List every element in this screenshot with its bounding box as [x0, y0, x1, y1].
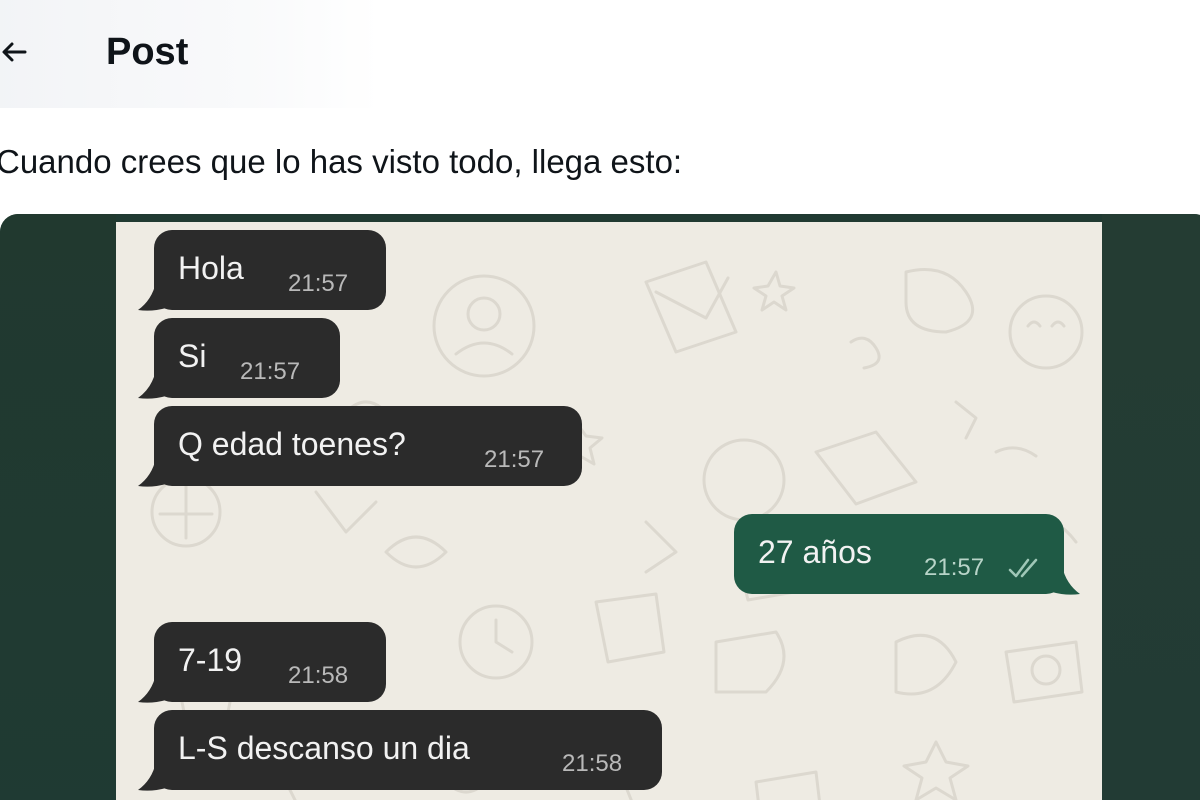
media-letterbox-right — [1102, 214, 1200, 800]
post-media[interactable]: Hola 21:57 Si 21:57 Q edad toenes? 21:57… — [0, 214, 1200, 800]
message-time: 21:57 — [288, 270, 349, 297]
message-time: 21:57 — [484, 446, 545, 473]
message-text: Q edad toenes? — [178, 426, 406, 462]
message-time: 21:57 — [924, 554, 985, 581]
header-backdrop — [0, 0, 380, 108]
bubble-tail — [138, 370, 166, 399]
chat-message-incoming: L-S descanso un dia 21:58 — [138, 710, 662, 791]
chat-screenshot: Hola 21:57 Si 21:57 Q edad toenes? 21:57… — [116, 222, 1102, 800]
post-header: Post — [0, 0, 1200, 108]
bubble-tail — [138, 762, 166, 791]
message-time: 21:58 — [288, 662, 349, 689]
bubble-tail — [138, 282, 166, 311]
message-text: Hola — [178, 250, 244, 286]
message-time: 21:58 — [562, 750, 623, 777]
media-letterbox-left — [0, 214, 116, 800]
double-check-icon — [1008, 558, 1038, 578]
message-text: 7-19 — [178, 642, 243, 678]
message-text: Si — [178, 338, 207, 374]
post-text: Cuando crees que lo has visto todo, lleg… — [0, 143, 683, 180]
message-text: L-S descanso un dia — [178, 730, 470, 766]
chat-message-incoming: Hola 21:57 — [138, 230, 386, 311]
back-button[interactable] — [0, 30, 34, 74]
arrow-left-icon — [2, 42, 27, 62]
bubble-tail — [138, 674, 166, 703]
message-time: 21:57 — [240, 358, 301, 385]
chat-message-incoming: Si 21:57 — [138, 318, 340, 399]
chat-message-outgoing: 27 años 21:57 — [734, 514, 1080, 595]
chat-message-incoming: 7-19 21:58 — [138, 622, 386, 703]
message-text: 27 años — [758, 534, 872, 570]
chat-message-incoming: Q edad toenes? 21:57 — [138, 406, 582, 487]
bubble-tail — [1052, 566, 1080, 595]
bubble-tail — [138, 458, 166, 487]
page: Post Cuando crees que lo has visto todo,… — [0, 0, 1200, 800]
page-title: Post — [106, 31, 189, 73]
